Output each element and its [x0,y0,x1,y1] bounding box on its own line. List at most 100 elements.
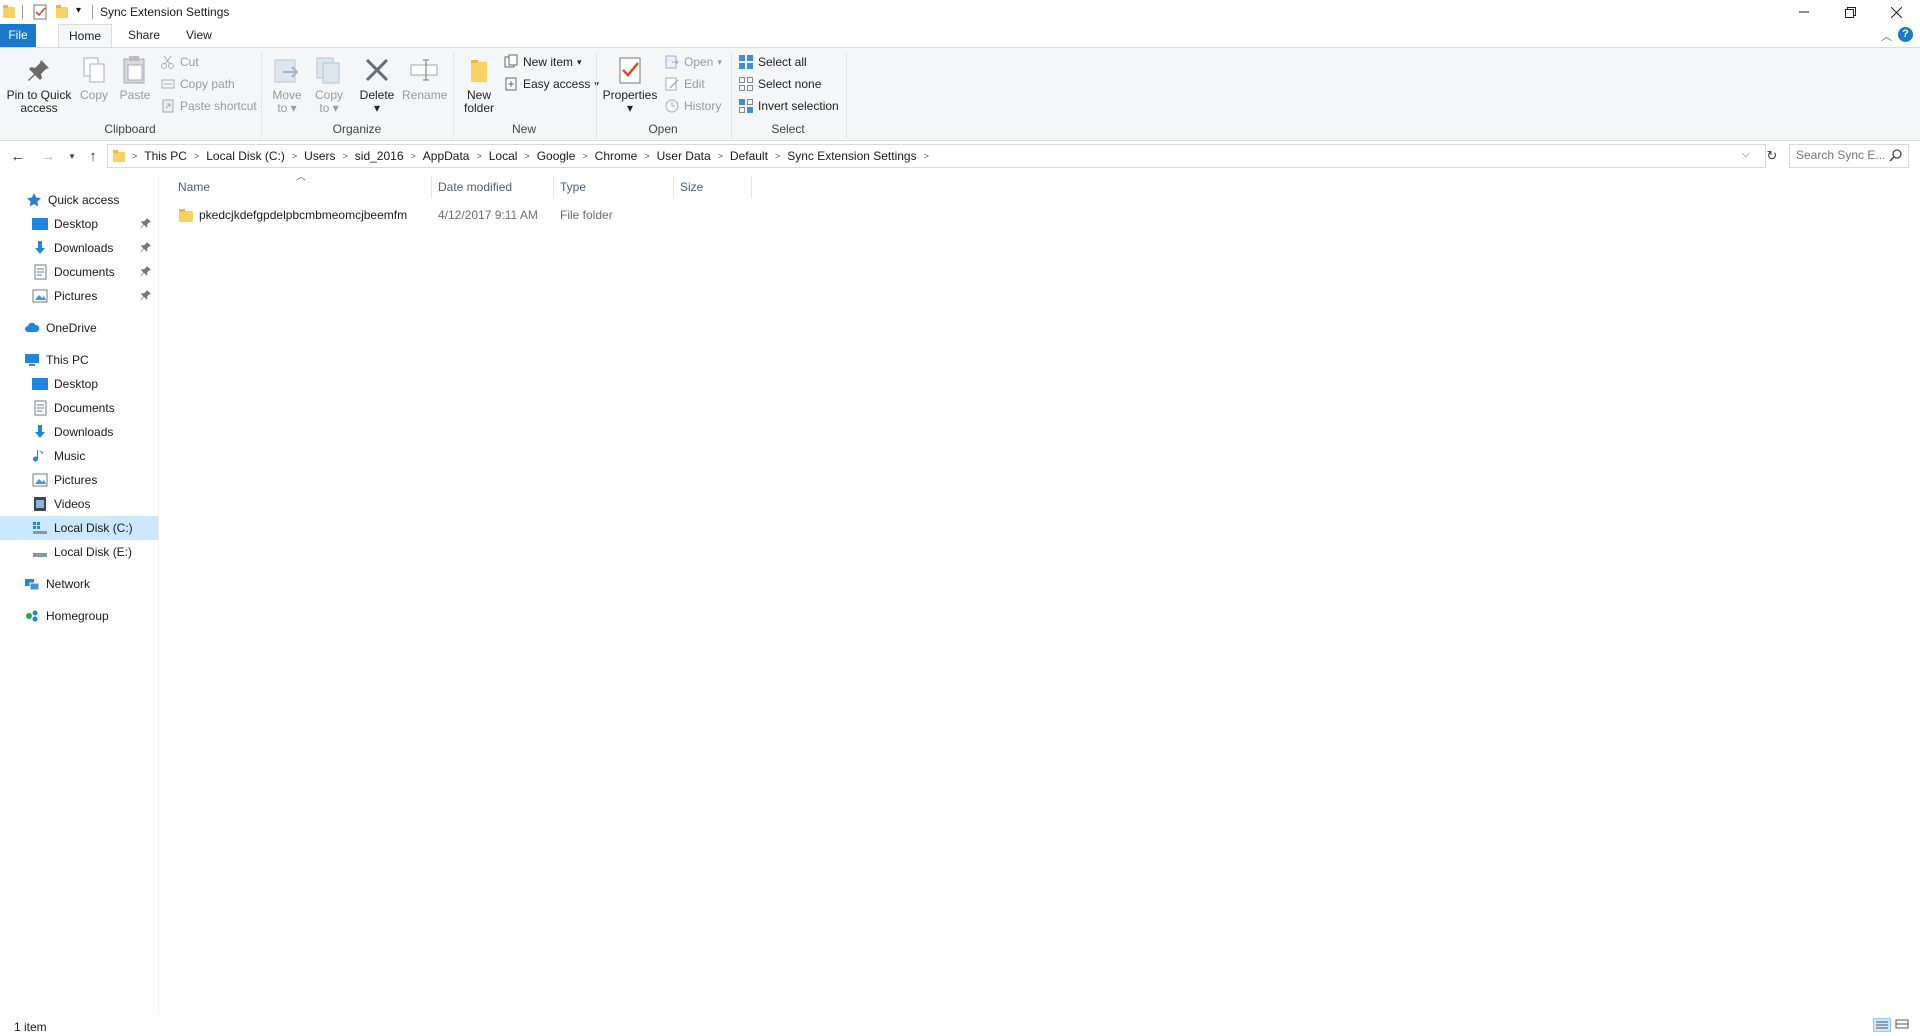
chevron-right-icon[interactable]: > [642,151,651,161]
crumb-this-pc[interactable]: This PC [139,149,192,163]
crumb-appdata[interactable]: AppData [418,149,475,163]
crumb-user-data[interactable]: User Data [652,149,716,163]
tab-file[interactable]: File [0,24,36,47]
close-button[interactable] [1873,0,1919,24]
document-icon [34,400,47,416]
select-none-button[interactable]: Select none [738,75,821,93]
easy-access-button[interactable]: Easy access▾ [503,75,599,93]
crumb-sid-2016[interactable]: sid_2016 [350,149,409,163]
pin-icon[interactable] [140,289,152,301]
file-row[interactable]: pkedcjkdefgpdelpbcmbmeomcjbeemfm 4/12/20… [172,203,752,227]
search-input[interactable] [1796,147,1884,163]
pane-divider[interactable] [158,176,159,1014]
close-icon [1890,6,1902,18]
nav-pc-downloads[interactable]: Downloads [0,420,158,444]
copy-path-button[interactable]: Copy path [160,75,235,93]
pin-to-quick-access-button[interactable]: Pin to Quick access [4,54,74,115]
chevron-right-icon[interactable]: > [130,151,139,161]
column-header-type[interactable]: Type [554,176,674,198]
nav-pc-local-disk-e[interactable]: Local Disk (E:) [0,540,158,564]
help-icon[interactable]: ? [1898,27,1913,42]
properties-icon[interactable] [32,3,48,21]
new-item-button[interactable]: New item ▾ [503,53,582,71]
chevron-right-icon[interactable]: > [409,151,418,161]
address-bar[interactable]: > This PC > Local Disk (C:) > Users > sid_2… [107,144,1766,168]
status-bar: 1 item [0,1014,1920,1036]
nav-qa-documents[interactable]: Documents [0,260,158,284]
nav-homegroup[interactable]: Homegroup [0,604,158,628]
nav-pc-pictures[interactable]: Pictures [0,468,158,492]
invert-selection-button[interactable]: Invert selection [738,97,839,115]
crumb-local-disk-c[interactable]: Local Disk (C:) [201,149,290,163]
chevron-right-icon[interactable]: > [522,151,531,161]
nav-pc-videos[interactable]: Videos [0,492,158,516]
column-header-name[interactable]: Name [172,176,432,198]
tab-view[interactable]: View [176,24,222,47]
nav-pc-music[interactable]: Music [0,444,158,468]
crumb-sync-extension-settings[interactable]: Sync Extension Settings [782,149,921,163]
properties-button[interactable]: Properties ▾ [602,54,658,115]
recent-locations-chevron-icon[interactable]: ▾ [62,146,82,166]
crumb-default[interactable]: Default [725,149,773,163]
chevron-right-icon[interactable]: > [474,151,483,161]
crumb-local[interactable]: Local [484,149,523,163]
move-to-button[interactable]: Move to ▾ [268,54,306,115]
chevron-right-icon[interactable]: > [192,151,201,161]
column-header-size[interactable]: Size [674,176,752,198]
nav-pc-documents[interactable]: Documents [0,396,158,420]
rename-button[interactable]: Rename [402,54,447,102]
edit-button[interactable]: Edit [664,75,705,93]
history-button[interactable]: History [664,97,721,115]
paste-shortcut-button[interactable]: Paste shortcut [160,97,257,115]
scissors-icon [161,55,174,69]
column-header-date-modified[interactable]: Date modified [432,176,554,198]
large-icons-view-button[interactable] [1894,1018,1912,1032]
nav-qa-downloads[interactable]: Downloads [0,236,158,260]
minimize-button[interactable] [1781,0,1827,24]
search-box[interactable] [1789,144,1909,168]
chevron-right-icon[interactable]: > [580,151,589,161]
nav-pc-desktop[interactable]: Desktop [0,372,158,396]
pin-icon[interactable] [140,217,152,229]
cut-button[interactable]: Cut [160,53,199,71]
restore-button[interactable] [1827,0,1873,24]
edit-icon [665,77,679,91]
tab-home[interactable]: Home [58,24,113,48]
paste-button[interactable]: Paste [118,54,152,102]
nav-qa-pictures[interactable]: Pictures [0,284,158,308]
tab-share[interactable]: Share [118,24,170,47]
up-arrow-icon[interactable]: ↑ [83,146,103,166]
details-view-button[interactable] [1873,1018,1891,1032]
crumb-google[interactable]: Google [532,149,581,163]
collapse-ribbon-chevron-icon[interactable]: ︿ [1881,28,1892,44]
chevron-right-icon[interactable]: > [341,151,350,161]
chevron-right-icon[interactable]: > [773,151,782,161]
chevron-right-icon[interactable]: > [716,151,725,161]
nav-pc-local-disk-c[interactable]: Local Disk (C:) [0,516,158,540]
new-folder-button[interactable]: New folder [458,54,500,115]
refresh-icon[interactable]: ↻ [1762,146,1782,166]
copy-button[interactable]: Copy [77,54,111,102]
pin-icon[interactable] [140,265,152,277]
address-history-chevron-icon[interactable]: ⌵ [1742,149,1750,160]
new-folder-icon[interactable] [55,3,69,21]
search-icon[interactable] [1889,148,1903,162]
delete-button[interactable]: Delete ▾ [357,54,397,115]
nav-this-pc[interactable]: This PC [0,348,158,372]
pin-icon[interactable] [140,241,152,253]
chevron-right-icon[interactable]: > [922,151,931,161]
back-arrow-icon[interactable]: ← [8,146,28,166]
forward-arrow-icon[interactable]: → [38,146,58,166]
open-button[interactable]: Open ▾ [664,53,722,71]
nav-onedrive[interactable]: OneDrive [0,316,158,340]
copy-to-button[interactable]: Copy to ▾ [310,54,348,115]
nav-network[interactable]: Network [0,572,158,596]
customize-quick-access-chevron-icon[interactable]: ▾ [76,5,81,16]
crumb-users[interactable]: Users [299,149,340,163]
star-icon [27,193,41,207]
select-all-button[interactable]: Select all [738,53,807,71]
nav-qa-desktop[interactable]: Desktop [0,212,158,236]
nav-quick-access[interactable]: Quick access [0,188,158,212]
crumb-chrome[interactable]: Chrome [590,149,643,163]
chevron-right-icon[interactable]: > [290,151,299,161]
